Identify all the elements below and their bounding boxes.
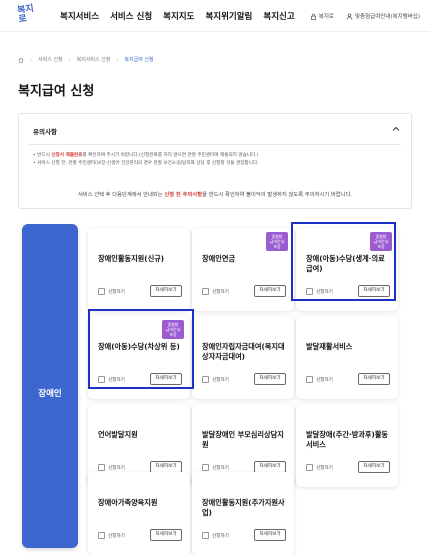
checkbox-box[interactable] (202, 288, 209, 295)
apply-checkbox-label: 신청하기 (316, 465, 333, 471)
checkbox-box[interactable] (202, 464, 209, 471)
apply-checkbox[interactable]: 신청하기 (98, 532, 125, 539)
service-card: 맞춤형 급여안내 포함장애인연금신청하기 자세히보기 (192, 228, 294, 311)
chevron-up-icon[interactable] (391, 124, 401, 134)
notice-line-1: • 반드시 신청서 제출완료를 확인하여 주시기 바랍니다.(신청완료를 하지 … (33, 153, 259, 158)
checkbox-box[interactable] (98, 532, 105, 539)
detail-button[interactable]: 자세히보기 (254, 373, 286, 385)
selected-highlight (88, 309, 194, 389)
nav-welfare-report[interactable]: 복지신고 (263, 10, 294, 22)
util-custom-benefit-label: 맞춤형급여안내(복지멤버십) (354, 14, 420, 20)
page-title: 복지급여 신청 (18, 84, 95, 99)
service-title: 장애아가족양육지원 (98, 498, 158, 507)
service-title: 발달재활서비스 (306, 342, 353, 351)
apply-checkbox-label: 신청하기 (212, 465, 229, 471)
nav-service-apply[interactable]: 서비스 신청 (110, 10, 152, 22)
service-title: 발달장애(주간·방과후)활동서비스 (306, 430, 389, 449)
apply-checkbox[interactable]: 신청하기 (202, 288, 229, 295)
home-icon[interactable] (18, 57, 24, 63)
apply-checkbox[interactable]: 신청하기 (202, 464, 229, 471)
category-disabled[interactable]: 장애인 (22, 224, 78, 548)
apply-checkbox-label: 신청하기 (212, 377, 229, 383)
detail-button[interactable]: 자세히보기 (150, 285, 182, 297)
main-nav: 복지서비스 서비스 신청 복지지도 복지위기알림 복지신고 (60, 10, 295, 22)
service-title: 언어발달지원 (98, 430, 138, 439)
checkbox-box[interactable] (306, 464, 313, 471)
service-title: 장애인활동지원(추가지원사업) (202, 498, 285, 517)
apply-checkbox[interactable]: 신청하기 (306, 376, 333, 383)
breadcrumb-service-apply[interactable]: 서비스 신청 (38, 56, 63, 63)
service-title: 장애인활동지원(신규) (98, 254, 165, 263)
apply-checkbox-label: 신청하기 (108, 465, 125, 471)
service-card: 장애인자립자금대여(복지대상자자금대여) 신청하기 자세히보기 (192, 316, 294, 399)
service-card: 발달재활서비스신청하기 자세히보기 (296, 316, 398, 399)
detail-button[interactable]: 자세히보기 (254, 529, 286, 541)
apply-checkbox-label: 신청하기 (108, 533, 125, 539)
detail-button[interactable]: 자세히보기 (358, 461, 390, 473)
breadcrumb-welfare-service-apply[interactable]: 복지서비스 신청 (77, 56, 111, 63)
service-card: 발달장애(주간·방과후)활동서비스신청하기 자세히보기 (296, 404, 398, 487)
apply-checkbox[interactable]: 신청하기 (202, 376, 229, 383)
apply-checkbox-label: 신청하기 (108, 289, 125, 295)
chevron-right-icon: › (68, 56, 71, 63)
service-title: 장애인자립자금대여(복지대상자자금대여) (202, 342, 285, 361)
service-card: 장애인활동지원(신규) 신청하기 자세히보기 (88, 228, 190, 311)
apply-checkbox-label: 신청하기 (212, 289, 229, 295)
detail-button[interactable]: 자세히보기 (150, 529, 182, 541)
notice-panel: 유의사항 • 반드시 신청서 제출완료를 확인하여 주시기 바랍니다.(신청완료… (18, 113, 412, 209)
notice-body: • 반드시 신청서 제출완료를 확인하여 주시기 바랍니다.(신청완료를 하지 … (33, 152, 401, 168)
custom-benefit-badge: 맞춤형 급여안내 포함 (266, 232, 288, 251)
top-header: 복지 로 복지서비스 서비스 신청 복지지도 복지위기알림 복지신고 복지로 맞… (0, 0, 430, 32)
checkbox-box[interactable] (306, 376, 313, 383)
nav-crisis-alert[interactable]: 복지위기알림 (205, 10, 252, 22)
checkbox-box[interactable] (202, 532, 209, 539)
user-icon (346, 12, 353, 20)
breadcrumb-current: 복지급여 신청 (124, 57, 154, 63)
chevron-right-icon: › (30, 56, 32, 63)
service-card: 장애아가족양육지원신청하기 자세히보기 (88, 472, 190, 555)
apply-checkbox[interactable]: 신청하기 (98, 464, 125, 471)
checkbox-box[interactable] (98, 288, 105, 295)
apply-checkbox[interactable]: 신청하기 (306, 464, 333, 471)
notice-footnote: 서비스 선택 후 다음단계에서 안내되는 신청 전 주의사항을 반드시 확인하여… (77, 192, 353, 198)
checkbox-box[interactable] (98, 464, 105, 471)
checkbox-box[interactable] (202, 376, 209, 383)
detail-button[interactable]: 자세히보기 (358, 373, 390, 385)
util-bokjiro-label: 복지로 (318, 14, 334, 20)
apply-checkbox-label: 신청하기 (316, 377, 333, 383)
apply-checkbox[interactable]: 신청하기 (98, 288, 125, 295)
selected-highlight (291, 222, 396, 301)
util-custom-benefit[interactable]: 맞춤형급여안내(복지멤버십) (346, 12, 420, 20)
apply-checkbox[interactable]: 신청하기 (202, 532, 229, 539)
service-title: 발달장애인 부모심리상담지원 (202, 430, 284, 449)
breadcrumb: › 서비스 신청 › 복지서비스 신청 › 복지급여 신청 (18, 56, 154, 63)
util-bokjiro[interactable]: 복지로 (310, 12, 334, 20)
service-title: 장애인연금 (202, 254, 236, 263)
nav-welfare-map[interactable]: 복지지도 (163, 10, 194, 22)
bokjiro-logo[interactable]: 복지 로 (17, 4, 36, 25)
divider (29, 144, 401, 145)
lock-icon (310, 13, 316, 20)
notice-heading: 유의사항 (33, 128, 57, 136)
chevron-right-icon: › (116, 56, 119, 63)
header-utils: 복지로 맞춤형급여안내(복지멤버십) (310, 12, 420, 20)
apply-checkbox-label: 신청하기 (212, 533, 229, 539)
category-label: 장애인 (38, 389, 62, 399)
nav-welfare-service[interactable]: 복지서비스 (60, 10, 99, 22)
detail-button[interactable]: 자세히보기 (254, 285, 286, 297)
service-card: 장애인활동지원(추가지원사업) 신청하기 자세히보기 (192, 472, 294, 555)
notice-line-2: • 서비스 신청 전, 관할 주민센터(보장·신생아 건강관리의 경우 관할 보… (33, 161, 259, 166)
